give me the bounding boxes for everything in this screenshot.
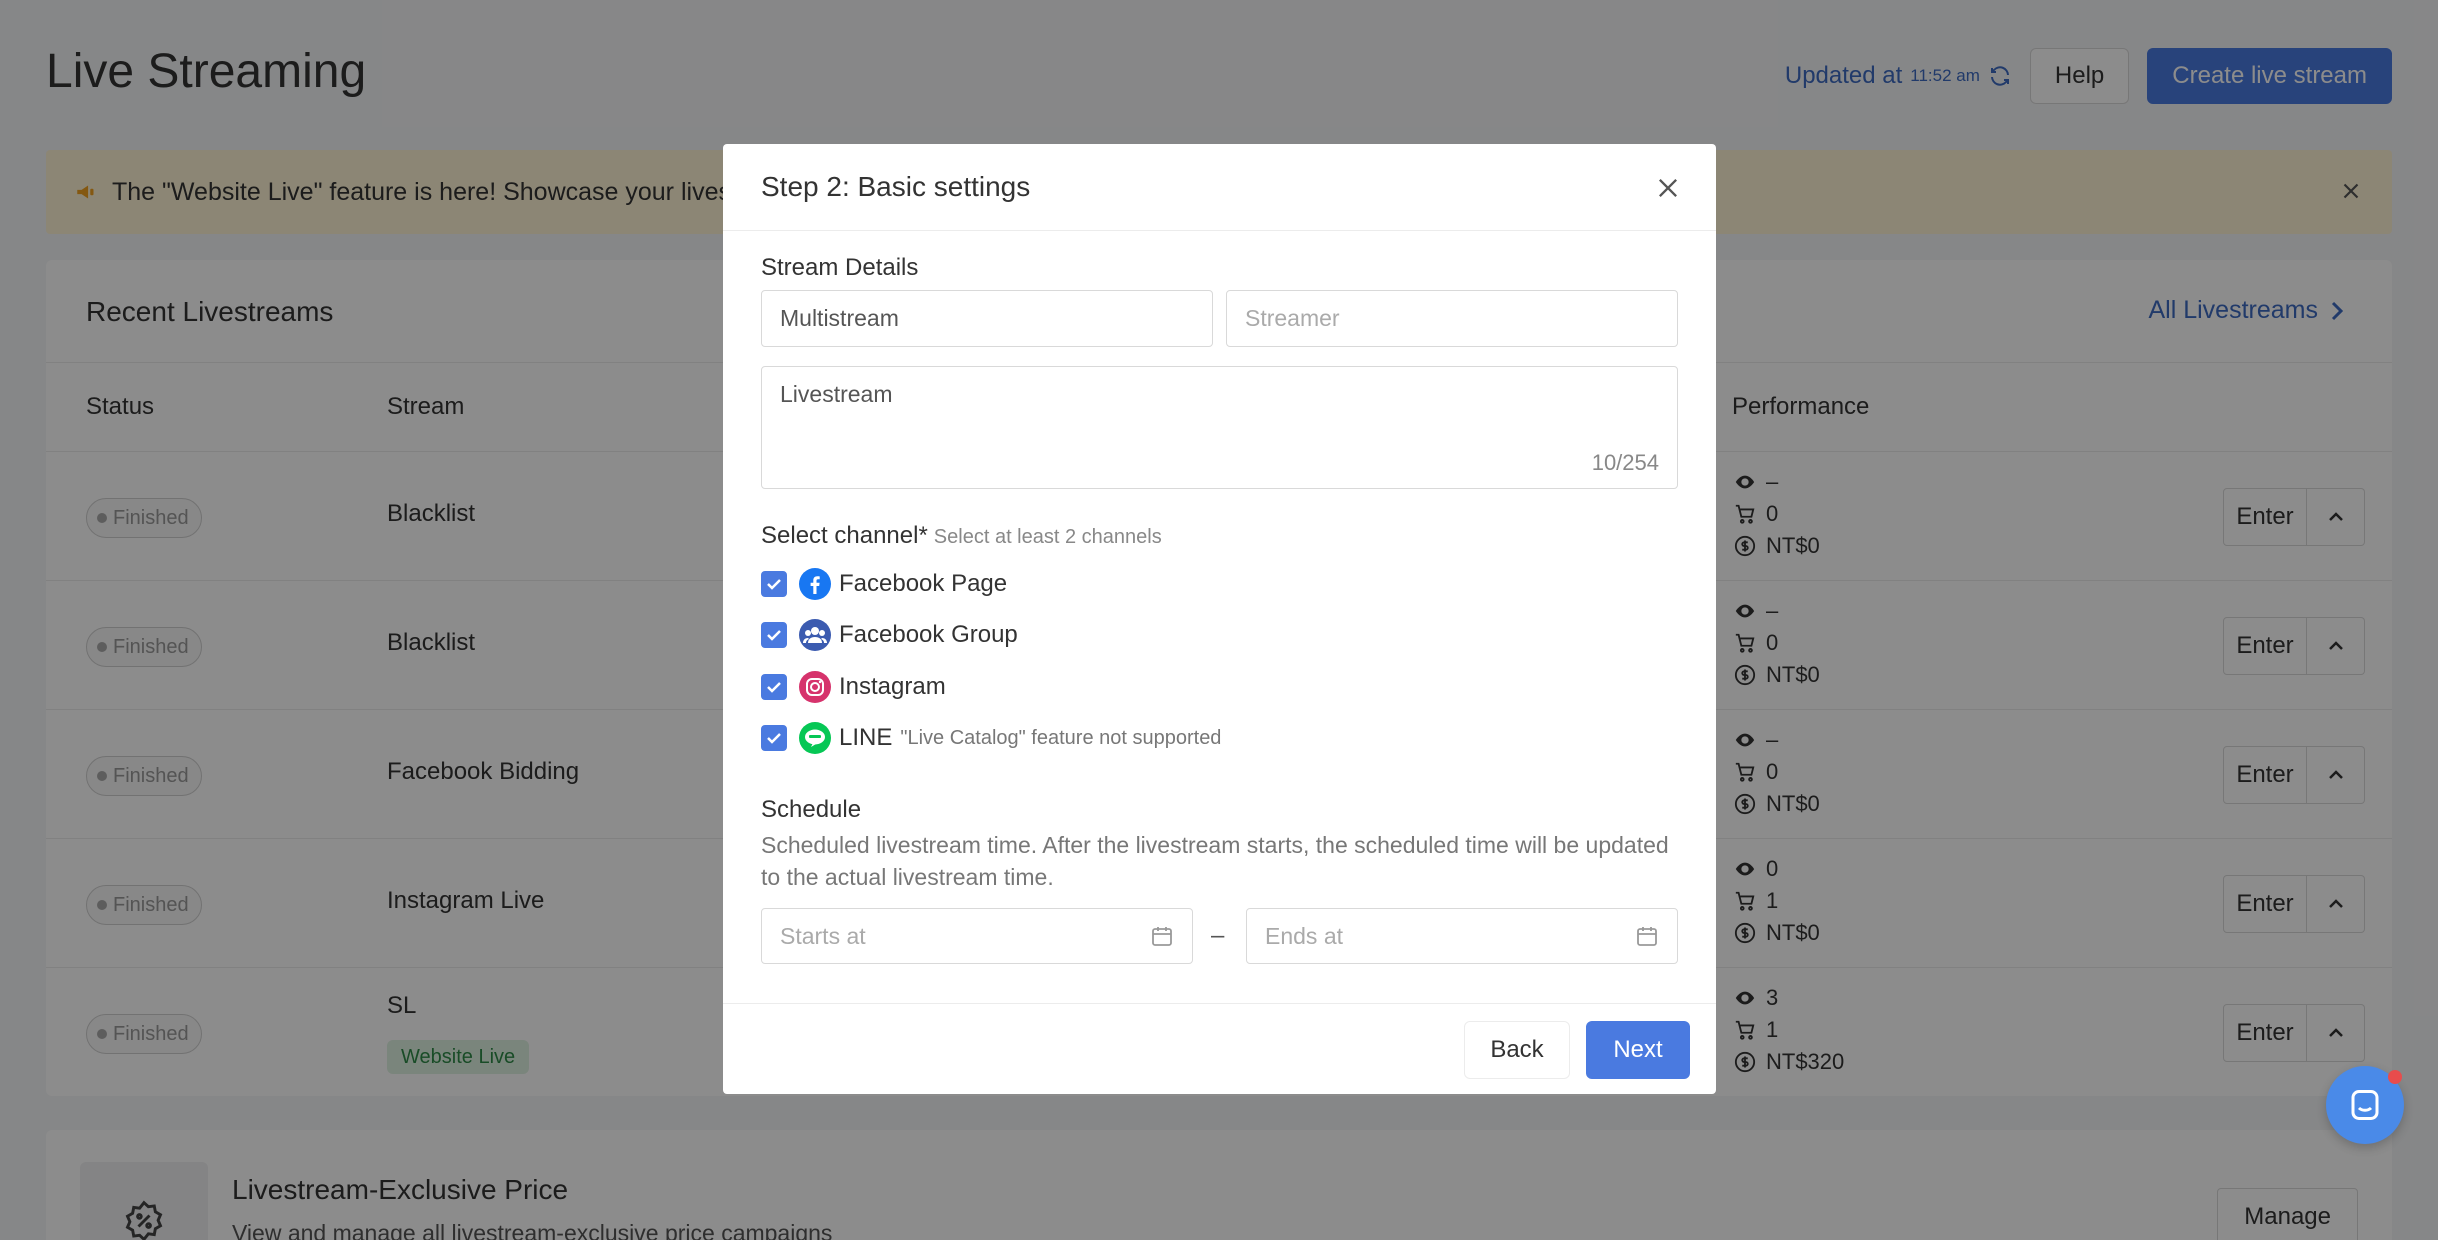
modal-header: Step 2: Basic settings xyxy=(723,144,1716,231)
checkbox-checked[interactable] xyxy=(761,622,787,648)
stream-details-label: Stream Details xyxy=(761,254,919,281)
close-icon[interactable] xyxy=(1654,174,1682,202)
calendar-icon xyxy=(1152,927,1172,946)
channel-note: "Live Catalog" feature not supported xyxy=(900,726,1222,749)
stream-type-value: Multistream xyxy=(780,305,899,331)
back-button[interactable]: Back xyxy=(1464,1021,1570,1079)
description-value: Livestream xyxy=(780,381,893,407)
channel-name: LINE xyxy=(839,724,893,751)
starts-at-placeholder: Starts at xyxy=(780,922,866,949)
chat-icon xyxy=(2351,1090,2379,1120)
modal-title: Step 2: Basic settings xyxy=(761,171,1031,202)
line-icon xyxy=(799,722,831,754)
stream-type-field[interactable]: Multistream xyxy=(761,290,1213,347)
ends-at-placeholder: Ends at xyxy=(1265,922,1343,949)
facebook-icon xyxy=(799,568,831,600)
checkbox-checked[interactable] xyxy=(761,571,787,597)
channel-option-facebook-page[interactable]: Facebook Page xyxy=(761,568,1007,600)
description-textarea[interactable]: Livestream 10/254 xyxy=(761,366,1678,489)
channel-name: Instagram xyxy=(839,673,946,700)
channel-option-line[interactable]: LINE "Live Catalog" feature not supporte… xyxy=(761,722,1221,754)
channel-name: Facebook Page xyxy=(839,570,1008,597)
modal-footer: Back Next xyxy=(723,1003,1716,1094)
channel-option-facebook-group[interactable]: Facebook Group xyxy=(761,619,1018,651)
required-mark: * xyxy=(918,522,928,549)
schedule-description: Scheduled livestream time. After the liv… xyxy=(761,832,1669,890)
channel-option-instagram[interactable]: Instagram xyxy=(761,671,946,703)
date-range-separator: – xyxy=(1211,922,1225,949)
basic-settings-modal: Step 2: Basic settings Stream Details Mu… xyxy=(723,144,1716,1094)
streamer-placeholder: Streamer xyxy=(1245,305,1340,331)
streamer-input[interactable]: Streamer xyxy=(1226,290,1678,347)
chat-launcher-button[interactable] xyxy=(2326,1066,2404,1144)
channel-hint: Select at least 2 channels xyxy=(933,526,1162,548)
facebook-group-icon xyxy=(799,619,831,651)
select-channel-label: Select channel * Select at least 2 channe… xyxy=(761,522,1162,549)
starts-at-input[interactable]: Starts at xyxy=(761,908,1193,964)
schedule-label: Schedule xyxy=(761,796,862,823)
notification-dot xyxy=(2388,1070,2402,1084)
next-button[interactable]: Next xyxy=(1586,1021,1690,1079)
calendar-icon xyxy=(1637,927,1657,946)
character-counter: 10/254 xyxy=(1591,450,1659,475)
channel-name: Facebook Group xyxy=(839,621,1018,648)
checkbox-checked[interactable] xyxy=(761,725,787,751)
ends-at-input[interactable]: Ends at xyxy=(1246,908,1678,964)
instagram-icon xyxy=(799,671,831,703)
checkbox-checked[interactable] xyxy=(761,674,787,700)
